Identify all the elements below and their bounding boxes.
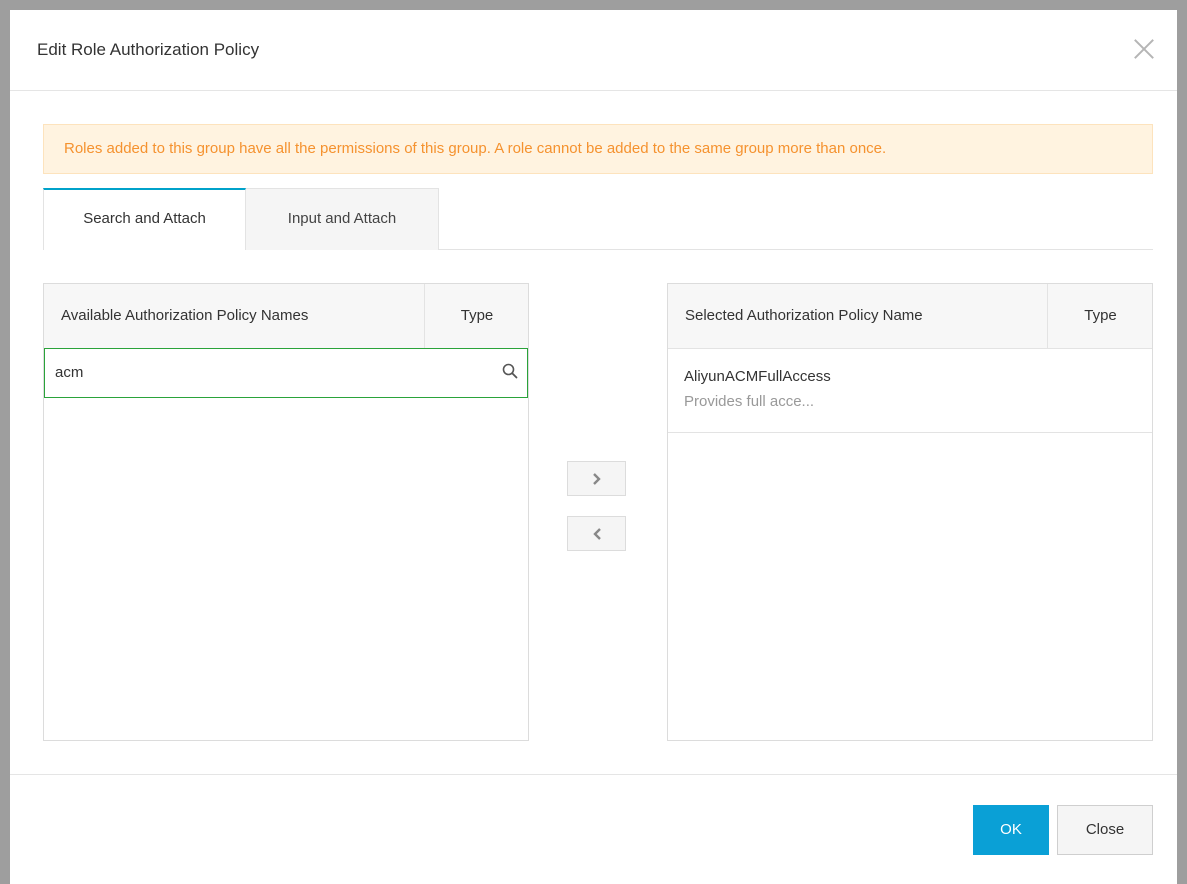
dialog-title: Edit Role Authorization Policy (37, 40, 260, 59)
search-icon[interactable] (502, 363, 518, 379)
ok-button[interactable]: OK (973, 805, 1049, 855)
selected-policy-row[interactable]: AliyunACMFullAccess Provides full acce..… (668, 349, 1152, 433)
notice-banner: Roles added to this group have all the p… (43, 124, 1153, 174)
close-button[interactable]: Close (1057, 805, 1153, 855)
selected-policy-name: AliyunACMFullAccess (684, 368, 831, 385)
tab-input-and-attach[interactable]: Input and Attach (246, 188, 439, 250)
dialog-header: Edit Role Authorization Policy (10, 10, 1177, 91)
selected-policies-header: Selected Authorization Policy Name Type (668, 284, 1152, 349)
selected-policy-description: Provides full acce... (684, 393, 815, 410)
chevron-right-icon (593, 473, 601, 485)
available-policies-panel: Available Authorization Policy Names Typ… (43, 283, 529, 741)
footer-divider (10, 774, 1177, 775)
remove-selected-button[interactable] (567, 516, 626, 551)
policy-search-input[interactable] (55, 349, 475, 395)
add-selected-button[interactable] (567, 461, 626, 496)
tab-search-and-attach[interactable]: Search and Attach (43, 188, 246, 250)
close-icon[interactable] (1131, 36, 1157, 62)
edit-role-authorization-policy-dialog: Edit Role Authorization Policy Roles add… (10, 10, 1177, 884)
available-name-column-header: Available Authorization Policy Names (61, 307, 309, 324)
selected-type-column-header: Type (1084, 307, 1117, 324)
tab-bar: Search and Attach Input and Attach (43, 188, 1153, 250)
selected-name-column-header: Selected Authorization Policy Name (685, 307, 923, 324)
available-type-column-header: Type (460, 307, 494, 324)
selected-policies-panel: Selected Authorization Policy Name Type … (667, 283, 1153, 741)
chevron-left-icon (593, 528, 601, 540)
policy-search-box (44, 348, 528, 398)
available-policies-header: Available Authorization Policy Names Typ… (44, 284, 528, 349)
